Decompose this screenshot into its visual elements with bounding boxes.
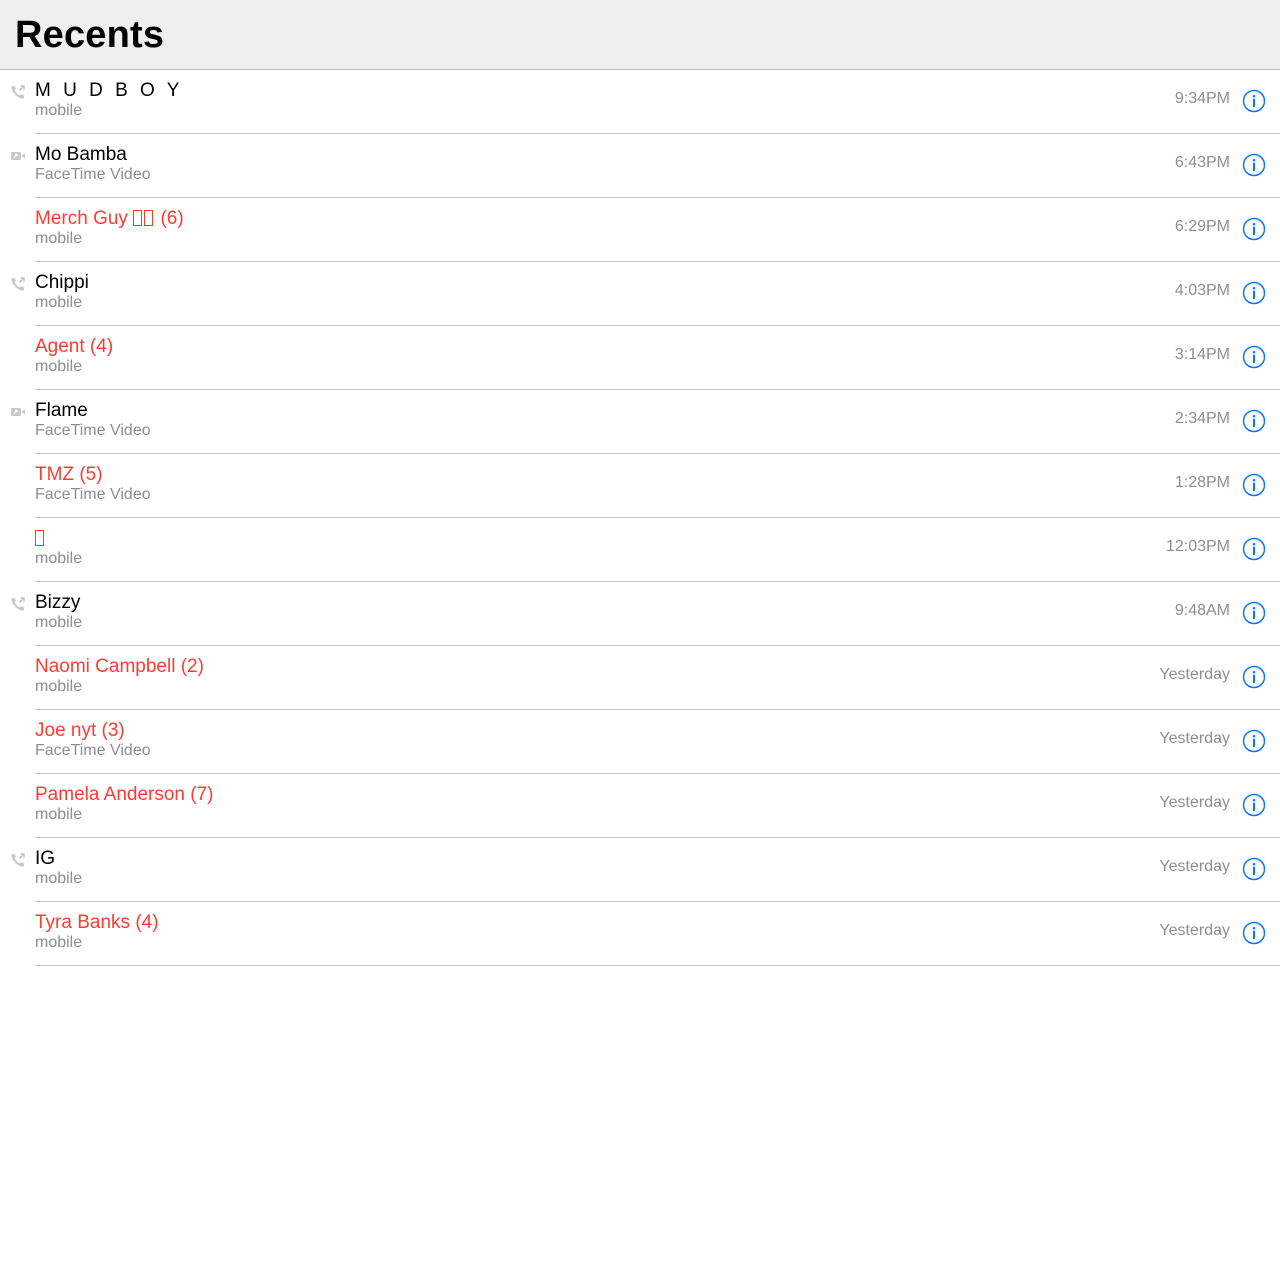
call-type-label: FaceTime Video	[35, 166, 151, 183]
contact-name	[35, 528, 46, 550]
outgoing-call-icon	[11, 853, 25, 867]
contact-name: Mo Bamba	[35, 144, 127, 165]
call-row[interactable]: Bizzy mobile 9:48AM	[0, 582, 1280, 646]
contact-name: Bizzy	[35, 592, 81, 613]
contact-name: M U D B O Y	[35, 80, 183, 101]
call-time: 3:14PM	[1174, 346, 1230, 363]
info-icon[interactable]	[1242, 89, 1266, 113]
call-type-label: mobile	[35, 934, 83, 951]
info-icon[interactable]	[1242, 601, 1266, 625]
contact-name: Tyra Banks (4)	[35, 912, 159, 933]
info-icon[interactable]	[1242, 473, 1266, 497]
contact-name-count: (6)	[155, 208, 184, 229]
contact-name: Pamela Anderson (7)	[35, 784, 214, 805]
call-time: Yesterday	[1159, 858, 1230, 875]
call-row[interactable]: Agent (4) mobile 3:14PM	[0, 326, 1280, 390]
call-type-label: mobile	[35, 550, 83, 567]
call-row[interactable]: Naomi Campbell (2) mobile Yesterday	[0, 646, 1280, 710]
call-row[interactable]: Mo Bamba FaceTime Video 6:43PM	[0, 134, 1280, 198]
outgoing-call-icon	[11, 85, 25, 99]
recents-list: M U D B O Ymobile 9:34PM Mo Bamba FaceTime …	[0, 70, 1280, 966]
call-time: Yesterday	[1159, 666, 1230, 683]
info-icon[interactable]	[1242, 537, 1266, 561]
row-divider	[35, 965, 1280, 966]
contact-name: Agent (4)	[35, 336, 114, 357]
call-row[interactable]: TMZ (5) FaceTime Video 1:28PM	[0, 454, 1280, 518]
info-icon[interactable]	[1242, 921, 1266, 945]
info-icon[interactable]	[1242, 857, 1266, 881]
call-type-label: mobile	[35, 294, 83, 311]
call-type-label: mobile	[35, 614, 83, 631]
call-row[interactable]: Chippi mobile 4:03PM	[0, 262, 1280, 326]
call-row[interactable]: mobile 12:03PM	[0, 518, 1280, 582]
call-time: 9:34PM	[1174, 90, 1230, 107]
info-icon[interactable]	[1242, 345, 1266, 369]
call-row[interactable]: IG mobile Yesterday	[0, 838, 1280, 902]
info-icon[interactable]	[1242, 793, 1266, 817]
info-icon[interactable]	[1242, 281, 1266, 305]
call-type-label: FaceTime Video	[35, 742, 151, 759]
contact-name-text: Merch Guy	[35, 208, 134, 229]
call-row[interactable]: Flame FaceTime Video 2:34PM	[0, 390, 1280, 454]
call-type-label: FaceTime Video	[35, 422, 151, 439]
contact-name: Flame	[35, 400, 88, 421]
info-icon[interactable]	[1242, 409, 1266, 433]
call-row[interactable]: Joe nyt (3) FaceTime Video Yesterday	[0, 710, 1280, 774]
call-time: 2:34PM	[1174, 410, 1230, 427]
call-type-label: mobile	[35, 678, 83, 695]
call-type-label: mobile	[35, 102, 83, 119]
call-type-label: FaceTime Video	[35, 486, 151, 503]
contact-name: Merch Guy (6)	[35, 208, 184, 230]
missing-glyph-icon	[35, 530, 44, 546]
missing-glyph-icon	[133, 210, 143, 226]
call-time: 4:03PM	[1174, 282, 1230, 299]
outgoing-call-icon	[11, 277, 25, 291]
call-row[interactable]: M U D B O Ymobile 9:34PM	[0, 70, 1280, 134]
call-time: 6:43PM	[1174, 154, 1230, 171]
call-time: 1:28PM	[1174, 474, 1230, 491]
call-type-label: mobile	[35, 806, 83, 823]
call-time: 9:48AM	[1174, 602, 1230, 619]
call-time: 12:03PM	[1165, 538, 1230, 555]
info-icon[interactable]	[1242, 153, 1266, 177]
contact-name: TMZ (5)	[35, 464, 103, 485]
call-type-label: mobile	[35, 230, 83, 247]
call-time: 6:29PM	[1174, 218, 1230, 235]
page-title: Recents	[15, 14, 165, 56]
call-type-label: mobile	[35, 358, 83, 375]
contact-name: Chippi	[35, 272, 89, 293]
call-time: Yesterday	[1159, 794, 1230, 811]
header-bar: Recents	[0, 0, 1280, 70]
call-row[interactable]: Tyra Banks (4) mobile Yesterday	[0, 902, 1280, 966]
video-call-icon	[11, 408, 25, 416]
call-row[interactable]: Merch Guy (6) mobile 6:29PM	[0, 198, 1280, 262]
info-icon[interactable]	[1242, 729, 1266, 753]
info-icon[interactable]	[1242, 665, 1266, 689]
call-time: Yesterday	[1159, 730, 1230, 747]
call-row[interactable]: Pamela Anderson (7) mobile Yesterday	[0, 774, 1280, 838]
outgoing-call-icon	[11, 597, 25, 611]
call-time: Yesterday	[1159, 922, 1230, 939]
contact-name: Joe nyt (3)	[35, 720, 125, 741]
missing-glyph-icon	[144, 210, 154, 226]
info-icon[interactable]	[1242, 217, 1266, 241]
contact-name: Naomi Campbell (2)	[35, 656, 204, 677]
contact-name: IG	[35, 848, 56, 869]
video-call-icon	[11, 152, 25, 160]
call-type-label: mobile	[35, 870, 83, 887]
